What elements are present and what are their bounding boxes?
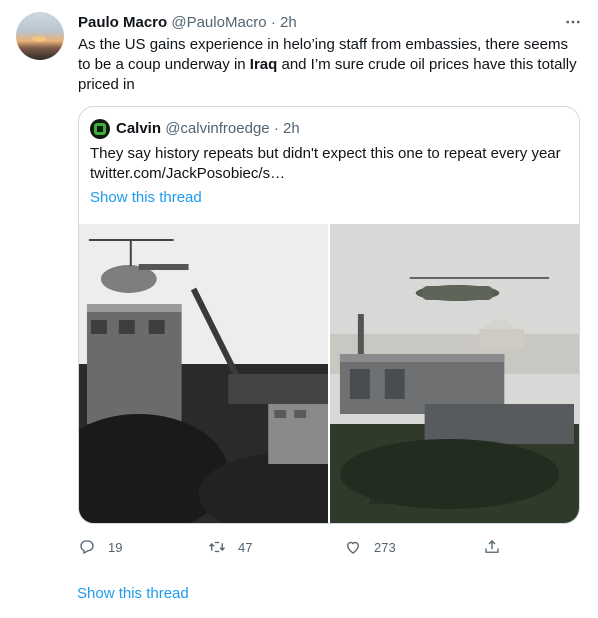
share-icon bbox=[485, 540, 499, 553]
heart-icon bbox=[347, 541, 359, 554]
avatar[interactable] bbox=[16, 12, 64, 60]
photo-saigon-rooftop[interactable] bbox=[79, 224, 328, 523]
quoted-display-name: Calvin bbox=[116, 120, 162, 137]
reply-icon bbox=[80, 540, 94, 555]
timestamp[interactable]: 2h bbox=[280, 14, 297, 31]
show-thread-link[interactable]: Show this thread bbox=[77, 584, 189, 604]
quoted-timestamp: 2h bbox=[282, 120, 300, 137]
more-horizontal-icon[interactable] bbox=[563, 12, 583, 32]
like-button[interactable]: 273 bbox=[344, 538, 396, 556]
handle[interactable]: @PauloMacro bbox=[171, 14, 266, 31]
quoted-avatar bbox=[90, 119, 110, 139]
photo-kabul-chinook[interactable] bbox=[330, 224, 579, 523]
quoted-show-thread-link[interactable]: Show this thread bbox=[90, 188, 202, 208]
share-button[interactable] bbox=[483, 538, 513, 556]
quoted-text: They say history repeats but didn't expe… bbox=[90, 144, 575, 184]
quoted-separator: · bbox=[273, 120, 279, 137]
tweet-text: As the US gains experience in helo’ing s… bbox=[78, 35, 583, 95]
like-count: 273 bbox=[374, 539, 396, 555]
quoted-photos bbox=[79, 224, 579, 523]
quoted-header: Calvin @calvinfroedge · 2h bbox=[90, 119, 300, 139]
quoted-text-body: They say history repeats but didn't expe… bbox=[90, 145, 561, 162]
retweet-count: 47 bbox=[238, 539, 253, 555]
reply-button[interactable]: 19 bbox=[78, 538, 122, 556]
tweet-actions: 19 47 273 bbox=[78, 538, 508, 558]
display-name[interactable]: Paulo Macro bbox=[78, 14, 167, 31]
retweet-button[interactable]: 47 bbox=[208, 538, 252, 556]
tweet-header: Paulo Macro @PauloMacro · 2h bbox=[78, 13, 297, 33]
separator: · bbox=[270, 14, 276, 31]
reply-count: 19 bbox=[108, 539, 123, 555]
tweet[interactable]: Paulo Macro @PauloMacro · 2h As the US g… bbox=[0, 0, 598, 618]
retweet-icon bbox=[209, 541, 225, 553]
quoted-link[interactable]: twitter.com/JackPosobiec/s… bbox=[90, 165, 285, 182]
quoted-tweet[interactable]: Calvin @calvinfroedge · 2h They say hist… bbox=[78, 106, 580, 524]
quoted-handle: @calvinfroedge bbox=[165, 120, 270, 137]
tweet-text-bold: Iraq bbox=[249, 56, 278, 73]
